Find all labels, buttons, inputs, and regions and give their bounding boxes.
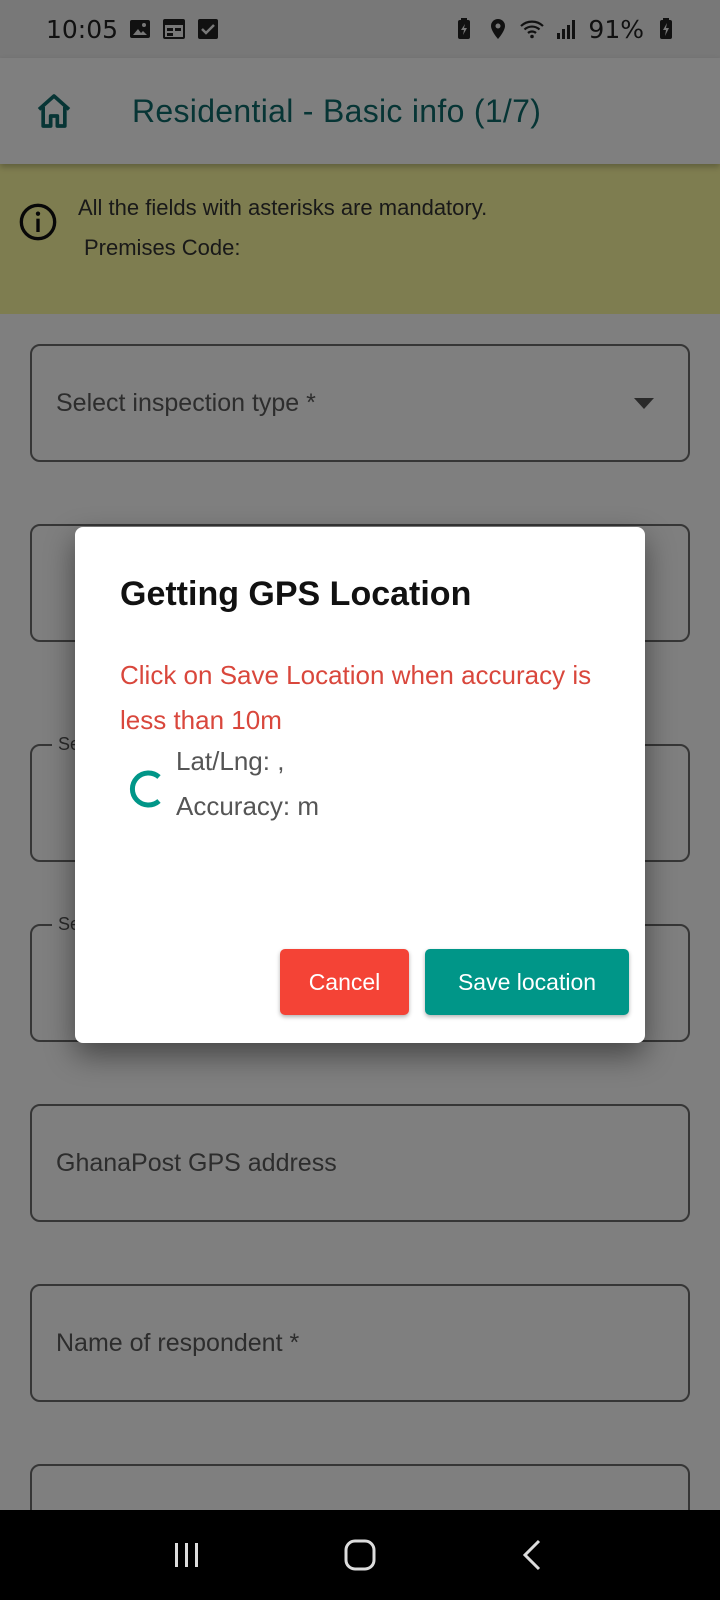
latlng-readout: Lat/Lng: , — [176, 746, 285, 776]
loading-spinner-icon — [123, 767, 167, 811]
save-location-button[interactable]: Save location — [425, 949, 629, 1015]
gps-location-dialog: Getting GPS Location Click on Save Locat… — [75, 527, 645, 1043]
accuracy-warning: Click on Save Location when accuracy is … — [120, 660, 592, 735]
back-icon — [523, 1539, 541, 1571]
home-nav-button[interactable] — [330, 1525, 390, 1585]
back-button[interactable] — [503, 1525, 563, 1585]
cancel-button[interactable]: Cancel — [280, 949, 409, 1015]
accuracy-readout: Accuracy: m — [176, 791, 320, 821]
recent-apps-icon — [174, 1543, 198, 1567]
system-nav-bar — [0, 1510, 720, 1600]
home-nav-icon — [344, 1539, 376, 1571]
dialog-title: Getting GPS Location — [120, 575, 472, 613]
recent-apps-button[interactable] — [157, 1525, 217, 1585]
